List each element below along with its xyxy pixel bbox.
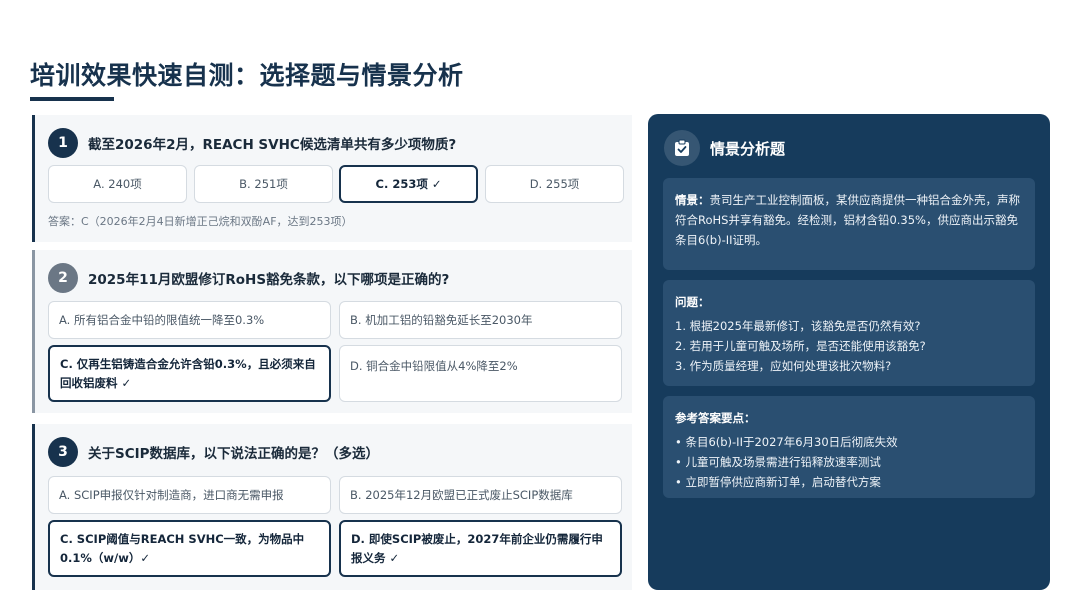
question-3-header: 3 关于SCIP数据库，以下说法正确的是？（多选） [48,437,379,467]
scenario-context-card: 情景：贵司生产工业控制面板，某供应商提供一种铝合金外壳，声称符合RoHS并享有豁… [663,178,1035,270]
scenario-answers-title: 参考答案要点： [675,411,756,425]
clipboard-icon [664,130,700,166]
scenario-question-item: 2. 若用于儿童可触及场所，是否还能使用该豁免? [675,339,926,353]
question-2-text: 2025年11月欧盟修订RoHS豁免条款，以下哪项是正确的? [88,272,450,288]
question-3-option-a[interactable]: A. SCIP申报仅针对制造商，进口商无需申报 [48,476,331,514]
scenario-questions-title: 问题： [675,295,710,309]
question-1-answer: 答案：C（2026年2月4日新增正己烷和双酚AF，达到253项） [48,215,353,228]
question-1-option-a[interactable]: A. 240项 [48,165,187,203]
question-3-number: 3 [48,437,78,467]
question-3-option-b[interactable]: B. 2025年12月欧盟已正式废止SCIP数据库 [339,476,622,514]
question-1-option-c-correct[interactable]: C. 253项 ✓ [339,165,478,203]
question-3-panel: 3 关于SCIP数据库，以下说法正确的是？（多选） A. SCIP申报仅针对制造… [32,424,632,590]
scenario-header: 情景分析题 [664,130,785,166]
question-3-option-d-correct[interactable]: D. 即使SCIP被废止，2027年前企业仍需履行申报义务 ✓ [339,520,622,577]
scenario-context-text: 贵司生产工业控制面板，某供应商提供一种铝合金外壳，声称符合RoHS并享有豁免。经… [675,193,1020,247]
question-1-option-d[interactable]: D. 255项 [485,165,624,203]
scenario-context-label: 情景： [675,193,710,207]
scenario-questions-card: 问题： 1. 根据2025年最新修订，该豁免是否仍然有效? 2. 若用于儿童可触… [663,280,1035,386]
question-2-panel: 2 2025年11月欧盟修订RoHS豁免条款，以下哪项是正确的? A. 所有铝合… [32,250,632,413]
question-2-option-d[interactable]: D. 铜合金中铅限值从4%降至2% [339,345,622,402]
question-2-header: 2 2025年11月欧盟修订RoHS豁免条款，以下哪项是正确的? [48,263,449,293]
question-1-header: 1 截至2026年2月，REACH SVHC候选清单共有多少项物质? [48,128,456,158]
question-2-option-a[interactable]: A. 所有铝合金中铅的限值统一降至0.3% [48,301,331,339]
question-1-number: 1 [48,128,78,158]
question-2-option-c-correct[interactable]: C. 仅再生铝铸造合金允许含铅0.3%，且必须来自回收铝废料 ✓ [48,345,331,402]
scenario-answer-item: • 条目6(b)-II于2027年6月30日后彻底失效 [675,435,898,449]
question-3-text: 关于SCIP数据库，以下说法正确的是？（多选） [88,446,380,462]
question-2-number: 2 [48,263,78,293]
page-title: 培训效果快速自测：选择题与情景分析 [30,61,464,90]
question-1-option-b[interactable]: B. 251项 [194,165,333,203]
scenario-answer-item: • 立即暂停供应商新订单，启动替代方案 [675,475,881,489]
question-3-option-c-correct[interactable]: C. SCIP阈值与REACH SVHC一致，为物品中0.1%（w/w）✓ [48,520,331,577]
question-1-panel: 1 截至2026年2月，REACH SVHC候选清单共有多少项物质? A. 24… [32,115,632,242]
scenario-answer-item: • 儿童可触及场景需进行铅释放速率测试 [675,455,881,469]
question-2-option-b[interactable]: B. 机加工铝的铅豁免延长至2030年 [339,301,622,339]
scenario-answers-card: 参考答案要点： • 条目6(b)-II于2027年6月30日后彻底失效 • 儿童… [663,396,1035,498]
scenario-question-item: 1. 根据2025年最新修订，该豁免是否仍然有效? [675,319,921,333]
question-1-text: 截至2026年2月，REACH SVHC候选清单共有多少项物质? [88,137,457,153]
scenario-question-item: 3. 作为质量经理，应如何处理该批次物料? [675,359,892,373]
scenario-panel: 情景分析题 情景：贵司生产工业控制面板，某供应商提供一种铝合金外壳，声称符合Ro… [648,114,1050,590]
scenario-title: 情景分析题 [710,139,786,158]
title-underline [30,97,114,101]
